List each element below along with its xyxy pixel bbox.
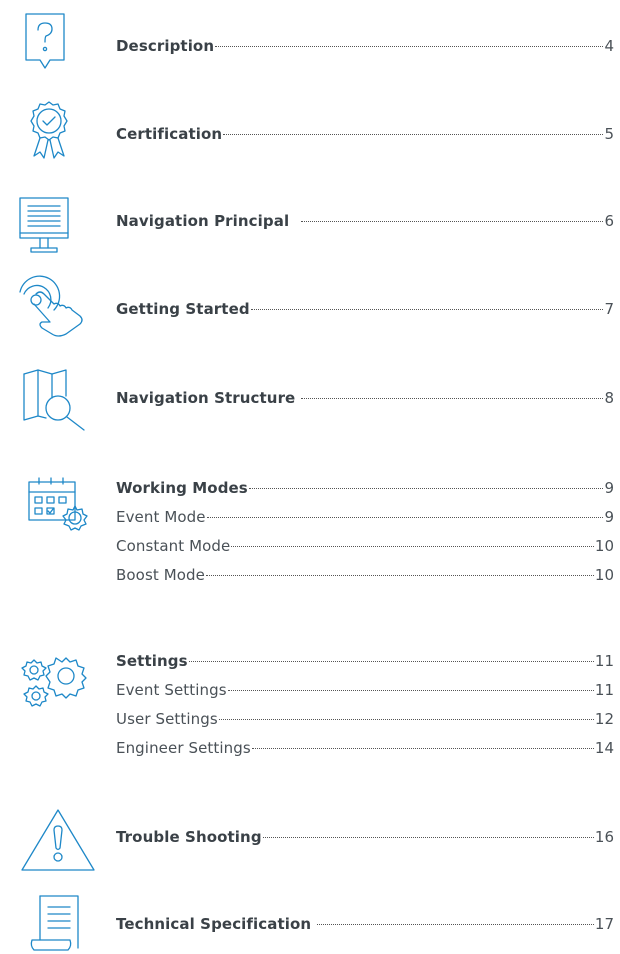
dot-leader bbox=[301, 398, 604, 399]
toc-item-title: Description bbox=[116, 37, 215, 55]
toc-subitem-constant-mode[interactable]: Constant Mode 10 bbox=[116, 536, 614, 556]
dot-leader bbox=[223, 134, 604, 135]
toc-item-working-modes[interactable]: Working Modes 9 bbox=[116, 478, 614, 498]
toc-subitem-title: Event Settings bbox=[116, 681, 227, 699]
toc-subitem-page: 10 bbox=[594, 566, 614, 584]
toc-subitem-user-settings[interactable]: User Settings 12 bbox=[116, 709, 614, 729]
toc-item-title: Navigation Principal bbox=[116, 212, 290, 230]
dot-leader bbox=[206, 517, 604, 518]
toc-subitem-engineer-settings[interactable]: Engineer Settings 14 bbox=[116, 738, 614, 758]
toc-subitem-page: 12 bbox=[594, 710, 614, 728]
toc-subitem-boost-mode[interactable]: Boost Mode 10 bbox=[116, 565, 614, 585]
gears-icon bbox=[20, 654, 92, 714]
monitor-icon bbox=[18, 196, 70, 258]
dot-leader bbox=[248, 488, 604, 489]
toc-subitem-title: Constant Mode bbox=[116, 537, 231, 555]
toc-subitem-title: User Settings bbox=[116, 710, 218, 728]
toc-item-trouble-shooting[interactable]: Trouble Shooting 16 bbox=[116, 827, 614, 847]
warning-triangle-icon bbox=[20, 808, 96, 872]
question-bubble-icon bbox=[22, 10, 68, 74]
toc-item-page: 11 bbox=[594, 652, 614, 670]
dot-leader bbox=[215, 46, 604, 47]
toc-subitem-page: 9 bbox=[604, 508, 614, 526]
toc-item-navigation-principal[interactable]: Navigation Principal 6 bbox=[116, 211, 614, 231]
toc-item-page: 5 bbox=[604, 125, 614, 143]
toc-item-getting-started[interactable]: Getting Started 7 bbox=[116, 299, 614, 319]
toc-item-title: Getting Started bbox=[116, 300, 250, 318]
toc-item-page: 7 bbox=[604, 300, 614, 318]
toc-item-technical-specification[interactable]: Technical Specification 17 bbox=[116, 914, 614, 934]
toc-subitem-title: Engineer Settings bbox=[116, 739, 251, 757]
toc-item-navigation-structure[interactable]: Navigation Structure 8 bbox=[116, 388, 614, 408]
toc-subitem-event-settings[interactable]: Event Settings 11 bbox=[116, 680, 614, 700]
toc-item-description[interactable]: Description 4 bbox=[116, 36, 614, 56]
toc-item-page: 9 bbox=[604, 479, 614, 497]
toc-item-title: Settings bbox=[116, 652, 188, 670]
dot-leader bbox=[301, 221, 604, 222]
document-scroll-icon bbox=[28, 894, 82, 954]
touch-hand-icon bbox=[14, 275, 88, 340]
toc-item-title: Working Modes bbox=[116, 479, 248, 497]
toc-item-page: 8 bbox=[604, 389, 614, 407]
dot-leader bbox=[317, 924, 594, 925]
toc-item-page: 6 bbox=[604, 212, 614, 230]
dot-leader bbox=[231, 546, 594, 547]
dot-leader bbox=[188, 661, 594, 662]
certification-award-icon bbox=[26, 98, 72, 164]
toc-subitem-event-mode[interactable]: Event Mode 9 bbox=[116, 507, 614, 527]
toc-item-title: Certification bbox=[116, 125, 223, 143]
calendar-gear-icon bbox=[27, 474, 93, 534]
dot-leader bbox=[205, 575, 594, 576]
toc-subitem-title: Event Mode bbox=[116, 508, 206, 526]
map-search-icon bbox=[22, 368, 92, 432]
dot-leader bbox=[250, 309, 604, 310]
dot-leader bbox=[218, 719, 594, 720]
dot-leader bbox=[262, 837, 594, 838]
toc-item-title: Navigation Structure bbox=[116, 389, 296, 407]
dot-leader bbox=[227, 690, 594, 691]
toc-item-certification[interactable]: Certification 5 bbox=[116, 124, 614, 144]
toc-subitem-title: Boost Mode bbox=[116, 566, 205, 584]
toc-item-title: Trouble Shooting bbox=[116, 828, 262, 846]
toc-item-page: 16 bbox=[594, 828, 614, 846]
toc-subitem-page: 14 bbox=[594, 739, 614, 757]
toc-subitem-page: 11 bbox=[594, 681, 614, 699]
toc-subitem-page: 10 bbox=[594, 537, 614, 555]
toc-item-settings[interactable]: Settings 11 bbox=[116, 651, 614, 671]
toc-item-title: Technical Specification bbox=[116, 915, 312, 933]
toc-item-page: 17 bbox=[594, 915, 614, 933]
toc-item-page: 4 bbox=[604, 37, 614, 55]
dot-leader bbox=[251, 748, 594, 749]
